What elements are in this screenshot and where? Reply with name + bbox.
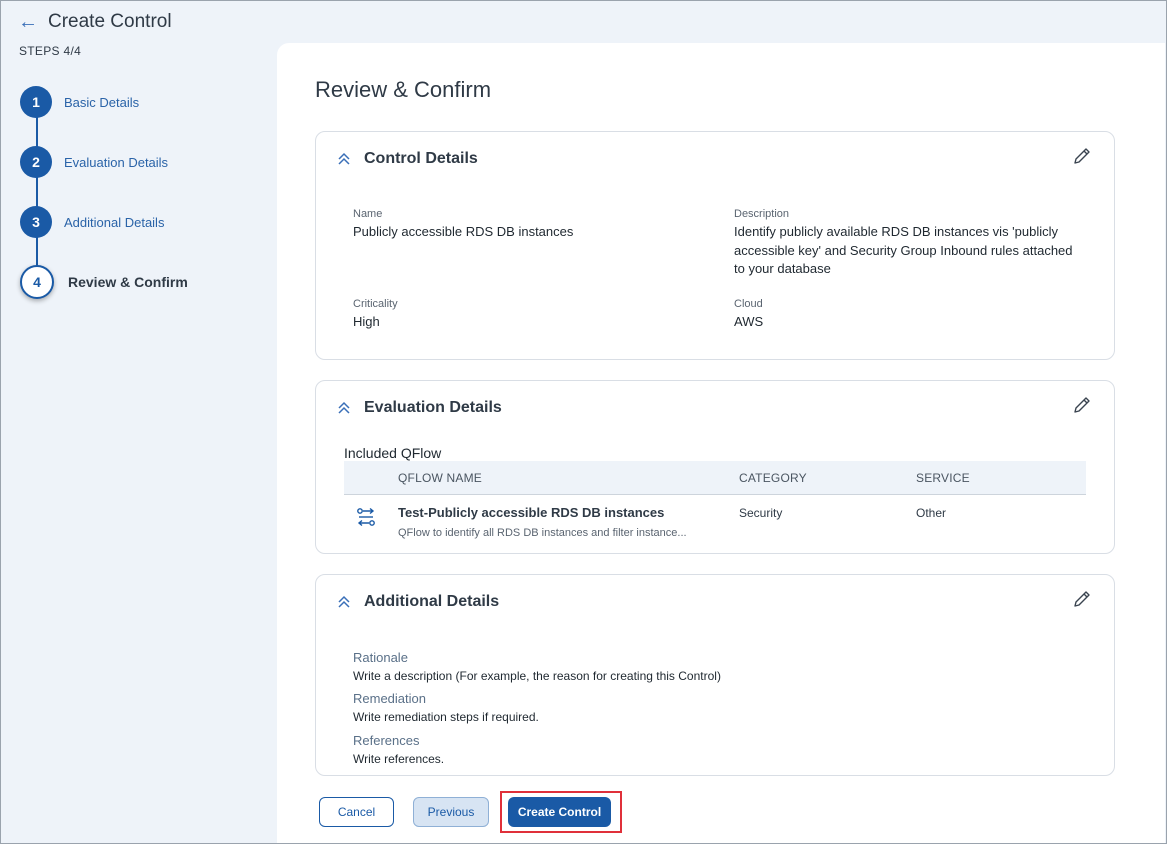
name-field: Name Publicly accessible RDS DB instance…	[353, 208, 693, 242]
step-label: Evaluation Details	[64, 154, 169, 170]
stepper-line	[36, 102, 38, 282]
card-header: Control Details	[336, 150, 478, 168]
chevron-double-up-icon[interactable]	[336, 151, 352, 167]
field-value: Write remediation steps if required.	[353, 710, 539, 724]
qflow-service: Other	[916, 506, 947, 520]
steps-counter: STEPS 4/4	[19, 44, 82, 58]
qflow-category: Security	[739, 506, 783, 520]
page-title: Create Control	[48, 11, 172, 32]
criticality-field: Criticality High	[353, 298, 693, 332]
rationale-field: Rationale Write a description (For examp…	[353, 650, 721, 683]
pencil-edit-icon[interactable]	[1072, 395, 1092, 415]
field-label: Criticality	[353, 298, 398, 310]
main-panel: Review & Confirm Control Details Name Pu…	[277, 43, 1165, 843]
step-label: Review & Confirm	[68, 274, 188, 290]
step-review-confirm[interactable]: 4 Review & Confirm	[20, 265, 188, 299]
field-value: High	[353, 314, 380, 329]
card-header: Additional Details	[336, 593, 499, 611]
field-value: Identify publicly available RDS DB insta…	[734, 224, 1073, 276]
card-header: Evaluation Details	[336, 399, 502, 417]
pencil-edit-icon[interactable]	[1072, 589, 1092, 609]
pencil-edit-icon[interactable]	[1072, 146, 1092, 166]
column-header-service[interactable]: SERVICE	[916, 471, 970, 485]
control-details-card: Control Details Name Publicly accessible…	[315, 131, 1115, 360]
step-additional-details[interactable]: 3 Additional Details	[20, 206, 164, 238]
step-number: 2	[20, 146, 52, 178]
evaluation-details-card: Evaluation Details Included QFlow QFLOW …	[315, 380, 1115, 554]
previous-button[interactable]: Previous	[413, 797, 489, 827]
table-row[interactable]: Test-Publicly accessible RDS DB instance…	[344, 495, 1086, 551]
field-value: Write references.	[353, 752, 445, 766]
field-label: Remediation	[353, 691, 426, 706]
create-control-button[interactable]: Create Control	[508, 797, 611, 827]
step-basic-details[interactable]: 1 Basic Details	[20, 86, 139, 118]
field-label: References	[353, 733, 420, 748]
qflow-description: QFlow to identify all RDS DB instances a…	[398, 527, 687, 539]
column-header-category[interactable]: CATEGORY	[739, 471, 807, 485]
step-number: 1	[20, 86, 52, 118]
references-field: References Write references.	[353, 733, 444, 766]
table-header: QFLOW NAME CATEGORY SERVICE	[344, 461, 1086, 495]
field-label: Rationale	[353, 650, 408, 665]
included-qflow-label: Included QFlow	[344, 445, 442, 461]
qflow-name: Test-Publicly accessible RDS DB instance…	[398, 505, 665, 520]
card-title: Evaluation Details	[364, 399, 502, 416]
field-value: Publicly accessible RDS DB instances	[353, 224, 574, 239]
cloud-field: Cloud AWS	[734, 298, 1074, 332]
card-title: Control Details	[364, 150, 478, 167]
additional-details-card: Additional Details Rationale Write a des…	[315, 574, 1115, 776]
step-label: Basic Details	[64, 94, 140, 110]
step-number: 3	[20, 206, 52, 238]
field-value: AWS	[734, 314, 764, 329]
description-field: Description Identify publicly available …	[734, 208, 1074, 279]
chevron-double-up-icon[interactable]	[336, 594, 352, 610]
card-title: Additional Details	[364, 593, 500, 610]
remediation-field: Remediation Write remediation steps if r…	[353, 691, 539, 724]
step-number: 4	[20, 265, 54, 299]
column-header-qflow-name[interactable]: QFLOW NAME	[398, 471, 482, 485]
field-label: Cloud	[734, 298, 763, 310]
cancel-button[interactable]: Cancel	[319, 797, 394, 827]
field-label: Name	[353, 208, 383, 220]
back-arrow-icon[interactable]: ←	[18, 12, 38, 32]
section-title: Review & Confirm	[315, 77, 492, 102]
qflow-icon	[357, 507, 375, 527]
chevron-double-up-icon[interactable]	[336, 400, 352, 416]
field-label: Description	[734, 208, 790, 220]
step-label: Additional Details	[64, 214, 165, 230]
field-value: Write a description (For example, the re…	[353, 669, 721, 683]
page-header: ← Create Control	[18, 10, 172, 34]
step-evaluation-details[interactable]: 2 Evaluation Details	[20, 146, 168, 178]
